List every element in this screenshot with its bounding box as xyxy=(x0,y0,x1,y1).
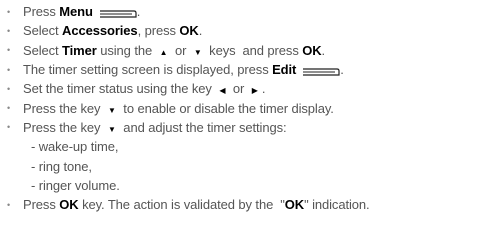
instruction-list: • Press Menu. • Select Accessories, press O… xyxy=(7,2,481,214)
sub-item: - ringer volume. xyxy=(7,176,481,195)
bullet-icon: • xyxy=(7,122,11,133)
key-name: Timer xyxy=(62,42,97,58)
text-run: Press xyxy=(23,4,60,20)
text-run: , press xyxy=(137,23,180,39)
text-run: to enable or disable the timer display. xyxy=(119,100,334,116)
instruction-item: • Select Timer using the ▲ or ▼ keys and … xyxy=(7,41,481,60)
instruction-text: Press the key ▼ and adjust the timer set… xyxy=(23,120,287,135)
softkey-icon xyxy=(302,68,340,76)
key-name: OK xyxy=(59,197,79,213)
sub-item-text: - ring tone, xyxy=(31,158,92,174)
softkey-icon xyxy=(99,10,137,18)
key-name: OK xyxy=(284,197,305,213)
down-arrow-icon: ▼ xyxy=(107,124,116,134)
text-run: and adjust the timer settings: xyxy=(119,119,287,135)
text-run: Press xyxy=(23,197,60,213)
sub-item-text: - wake-up time, xyxy=(31,139,119,155)
text-run: keys and press xyxy=(205,42,303,58)
instruction-text: Press OK key. The action is validated by… xyxy=(23,197,370,212)
key-name: OK xyxy=(179,23,199,39)
right-arrow-icon: ▶ xyxy=(251,86,258,96)
sub-item: - ring tone, xyxy=(7,156,481,175)
text-run: Select xyxy=(23,42,63,58)
left-arrow-icon: ◀ xyxy=(219,86,226,96)
key-name: OK xyxy=(302,42,322,58)
instruction-item: • Press OK key. The action is validated b… xyxy=(7,195,481,214)
text-run: . xyxy=(198,23,203,39)
instruction-item: • Press the key ▼ to enable or disable th… xyxy=(7,98,481,117)
key-name: Menu xyxy=(59,4,93,20)
key-name: Accessories xyxy=(62,23,138,39)
bullet-icon: • xyxy=(7,199,11,210)
instruction-item: • Press Menu. xyxy=(7,2,481,21)
text-run: . xyxy=(321,42,326,58)
text-run: or xyxy=(171,42,190,58)
instruction-text: Set the timer status using the key ◀ or … xyxy=(23,81,265,96)
up-arrow-icon: ▲ xyxy=(159,47,168,57)
instruction-item: • The timer setting screen is displayed, … xyxy=(7,60,481,79)
text-run: Set the timer status using the key xyxy=(23,81,216,97)
bullet-icon: • xyxy=(7,64,11,75)
bullet-icon: • xyxy=(7,25,11,36)
instruction-document: • Press Menu. • Select Accessories, press O… xyxy=(0,0,481,241)
key-name: Edit xyxy=(272,62,297,78)
instruction-text: Select Accessories, press OK. xyxy=(23,23,202,38)
text-run: Select xyxy=(23,23,63,39)
text-run: using the xyxy=(96,42,156,58)
sub-item: - wake-up time, xyxy=(7,137,481,156)
text-run: . xyxy=(261,81,266,97)
sub-item-text: - ringer volume. xyxy=(31,177,120,193)
text-run: . xyxy=(136,4,141,20)
text-run: Press the key xyxy=(23,119,104,135)
text-run: or xyxy=(229,81,248,97)
instruction-item: • Press the key ▼ and adjust the timer se… xyxy=(7,118,481,137)
instruction-text: Press the key ▼ to enable or disable the… xyxy=(23,101,334,116)
text-run: . xyxy=(340,62,344,78)
bullet-icon: • xyxy=(7,83,11,94)
text-run: Press the key xyxy=(23,100,104,116)
text-run: key. The action is validated by the " xyxy=(78,197,285,213)
instruction-item: • Set the timer status using the key ◀ or… xyxy=(7,79,481,98)
instruction-text: The timer setting screen is displayed, p… xyxy=(23,62,344,77)
bullet-icon: • xyxy=(7,45,11,56)
text-run: The timer setting screen is displayed, p… xyxy=(23,62,273,78)
bullet-icon: • xyxy=(7,103,11,114)
down-arrow-icon: ▼ xyxy=(107,105,116,115)
instruction-text: Select Timer using the ▲ or ▼ keys and p… xyxy=(23,43,325,58)
instruction-text: Press Menu. xyxy=(23,4,140,19)
down-arrow-icon: ▼ xyxy=(193,47,202,57)
bullet-icon: • xyxy=(7,6,11,17)
text-run: " indication. xyxy=(304,197,370,213)
instruction-item: • Select Accessories, press OK. xyxy=(7,21,481,40)
